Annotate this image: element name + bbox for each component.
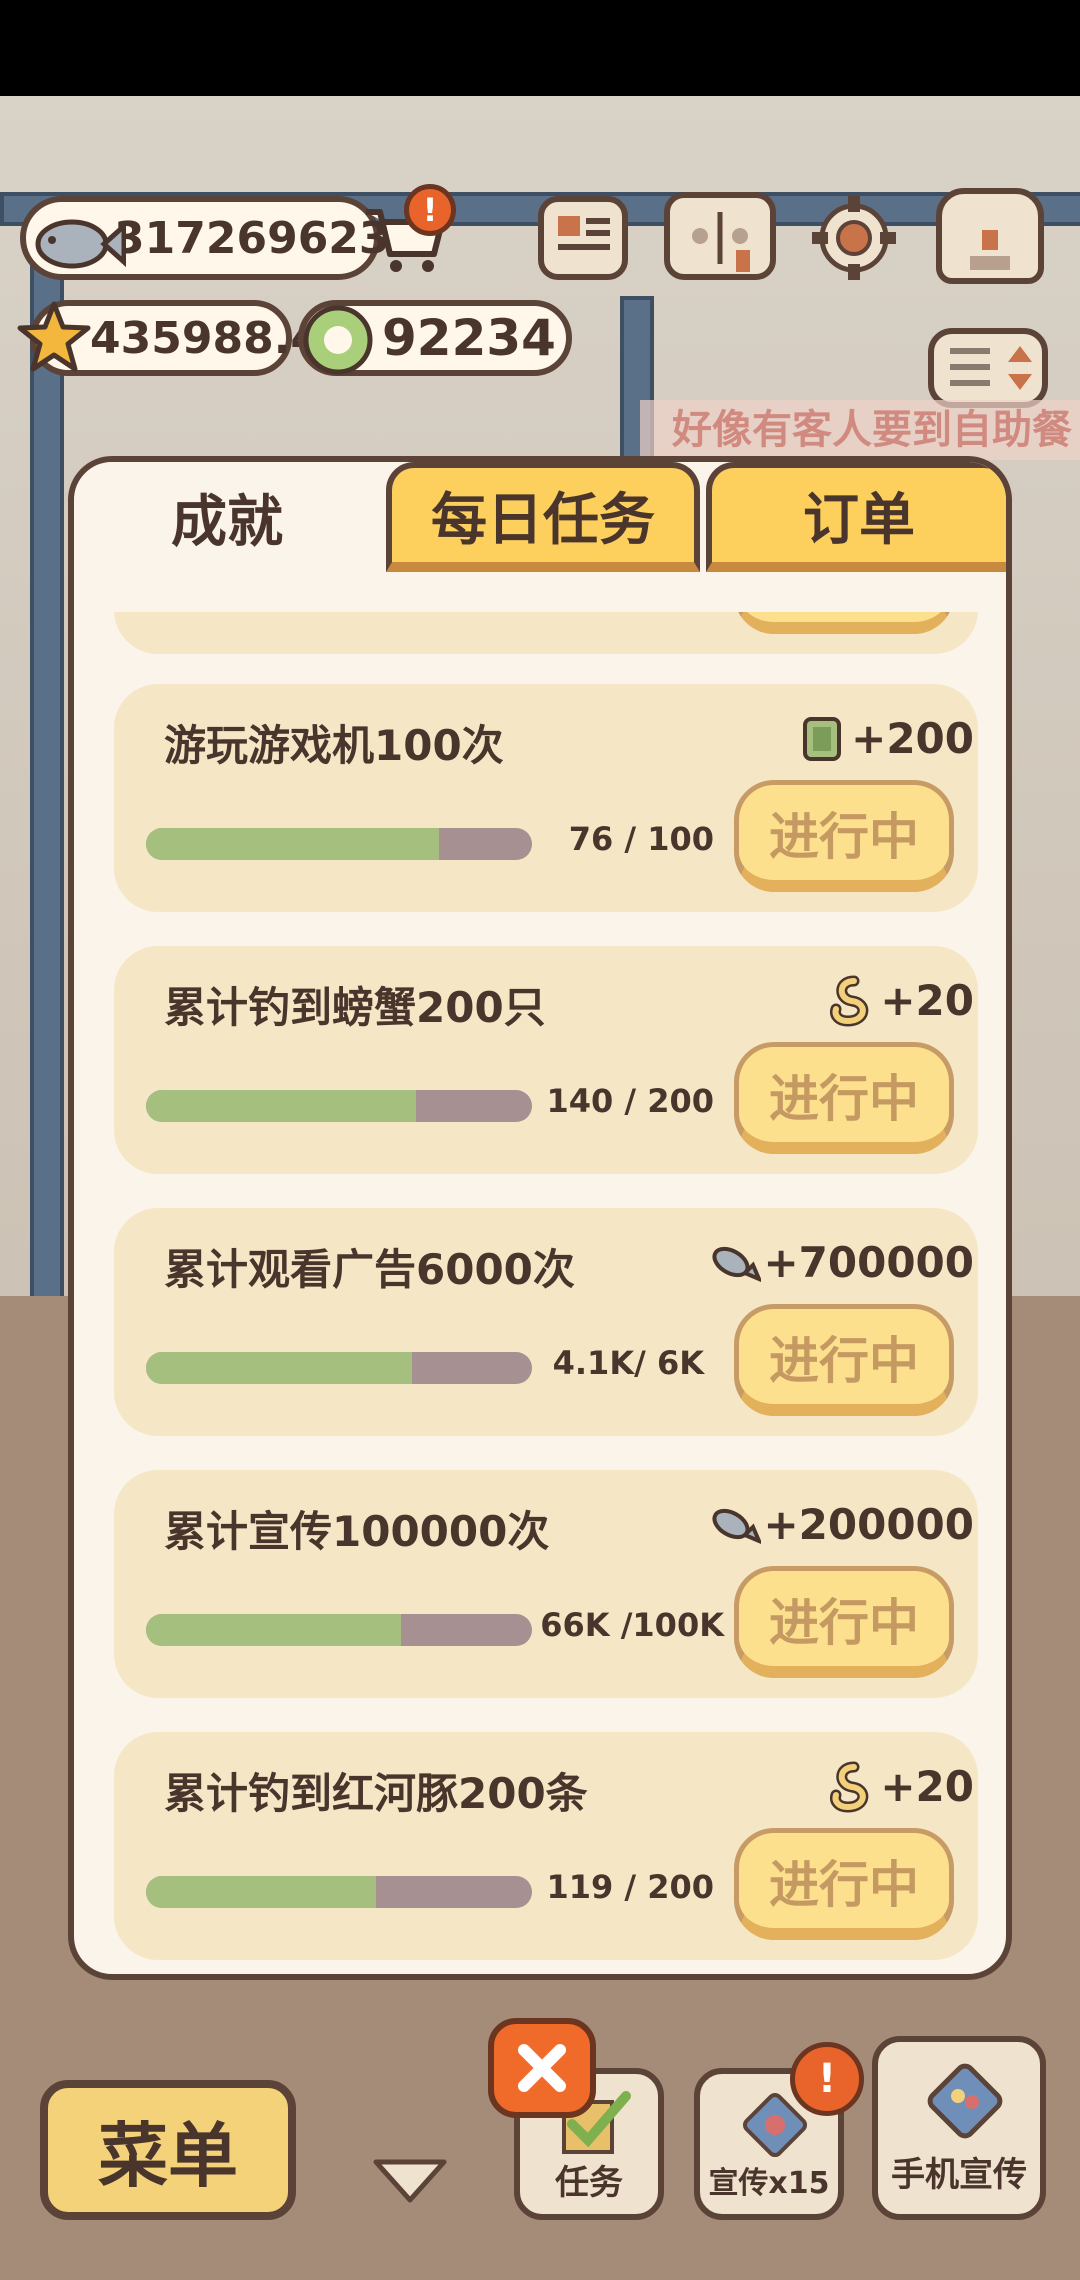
reward-amount: +200000 xyxy=(763,1499,974,1549)
achievement-title: 累计观看广告6000次 xyxy=(164,1245,575,1294)
in-progress-button[interactable]: 进行中 xyxy=(734,780,954,892)
sort-icon xyxy=(950,346,1032,390)
list-item: 累计钓到红河豚200条 +20 119 / 200 进行中 xyxy=(114,1732,978,1960)
progress-text: 66K /100K xyxy=(540,1606,724,1644)
tab-achievements[interactable]: 成就 xyxy=(74,462,380,572)
achievement-title: 累计钓到螃蟹200只 xyxy=(164,983,546,1032)
gear-icon xyxy=(812,196,896,280)
reward: +200 xyxy=(795,710,974,766)
in-progress-button[interactable]: 进行中 xyxy=(734,1304,954,1416)
close-button[interactable] xyxy=(488,2018,596,2118)
fish-icon xyxy=(712,1246,762,1283)
shop-icon xyxy=(970,230,1010,270)
cart-alert-badge: ! xyxy=(404,184,456,236)
progress-text: 140 / 200 xyxy=(546,1082,714,1120)
recipe-book-button[interactable] xyxy=(664,192,776,280)
list-item: 累计观看广告6000次 +700000 4.1K/ 6K 进行中 xyxy=(114,1208,978,1436)
tasks-label: 任务 xyxy=(555,2163,623,2203)
star-currency-display: 435988.4 xyxy=(17,300,321,376)
fish-icon xyxy=(35,219,126,269)
progress-bar xyxy=(146,1876,532,1908)
phone-promo-button[interactable]: 手机宣传 xyxy=(872,2036,1046,2220)
scroll-down-arrow[interactable] xyxy=(370,2156,450,2206)
progress-bar xyxy=(146,828,532,860)
list-item: 累计钓到螃蟹200只 +20 140 / 200 进行中 xyxy=(114,946,978,1174)
achievement-list[interactable]: 游玩游戏机100次 +200 76 / 100 进行中 累计钓到螃蟹200只 +… xyxy=(74,612,1006,1974)
progress-text: 119 / 200 xyxy=(546,1868,714,1906)
progress-text: 76 / 100 xyxy=(568,820,714,858)
golden-snake-icon xyxy=(830,1761,869,1813)
status-bar xyxy=(0,0,1080,96)
close-icon xyxy=(518,2044,566,2092)
reward-amount: +20 xyxy=(880,975,974,1025)
menu-label: 菜单 xyxy=(98,2114,238,2197)
reward: +700000 xyxy=(707,1234,974,1290)
menu-button[interactable]: 菜单 xyxy=(40,2080,296,2220)
shop-cart-button[interactable]: ! xyxy=(360,184,456,282)
achievement-panel: 成就 每日任务 订单 游玩游戏机100次 +200 76 / 100 进行中 累… xyxy=(68,456,1012,1980)
star-icon xyxy=(17,301,91,372)
progress-bar xyxy=(146,1090,532,1122)
sort-toggle-button[interactable] xyxy=(928,328,1048,408)
coin-count: 92234 xyxy=(382,309,556,367)
reward: +20 xyxy=(824,1758,974,1814)
phone-promo-label: 手机宣传 xyxy=(891,2155,1027,2195)
list-item-partial xyxy=(114,612,978,654)
tab-orders[interactable]: 订单 xyxy=(706,462,1006,572)
golden-snake-icon xyxy=(830,975,869,1027)
settings-button[interactable] xyxy=(806,190,902,286)
reward: +200000 xyxy=(707,1496,974,1552)
chevron-down-icon xyxy=(373,2159,447,2203)
ticket-icon xyxy=(803,717,842,761)
fish-currency-display: 3172696233 xyxy=(20,196,420,280)
achievement-title: 游玩游戏机100次 xyxy=(164,721,504,770)
phone-promo-icon xyxy=(927,2063,1003,2139)
list-item: 累计宣传100000次 +200000 66K /100K 进行中 xyxy=(114,1470,978,1698)
reward-amount: +20 xyxy=(880,1761,974,1811)
reward-amount: +200 xyxy=(851,713,974,763)
jade-coin-icon xyxy=(303,305,373,375)
in-progress-button[interactable]: 进行中 xyxy=(734,1828,954,1940)
status-button-partial xyxy=(734,612,954,634)
book-icon xyxy=(692,212,750,272)
promo-alert-badge: ! xyxy=(790,2042,864,2116)
progress-text: 4.1K/ 6K xyxy=(552,1344,704,1382)
tab-daily-tasks[interactable]: 每日任务 xyxy=(386,462,700,572)
coin-currency-display: 92234 xyxy=(298,300,572,376)
progress-bar xyxy=(146,1352,532,1384)
achievement-title: 累计钓到红河豚200条 xyxy=(164,1769,588,1818)
progress-bar xyxy=(146,1614,532,1646)
promo-label: 宣传x15 xyxy=(708,2166,830,2201)
in-progress-button[interactable]: 进行中 xyxy=(734,1566,954,1678)
newspaper-icon xyxy=(558,216,610,250)
fish-icon xyxy=(712,1508,762,1545)
star-count: 435988.4 xyxy=(90,312,322,364)
reward: +20 xyxy=(824,972,974,1028)
news-button[interactable] xyxy=(538,196,628,280)
list-item: 游玩游戏机100次 +200 76 / 100 进行中 xyxy=(114,684,978,912)
customer-notice-ticker: 好像有客人要到自助餐 xyxy=(640,400,1080,460)
achievement-title: 累计宣传100000次 xyxy=(164,1507,550,1556)
reward-amount: +700000 xyxy=(763,1237,974,1287)
in-progress-button[interactable]: 进行中 xyxy=(734,1042,954,1154)
shop-button[interactable] xyxy=(936,188,1044,284)
